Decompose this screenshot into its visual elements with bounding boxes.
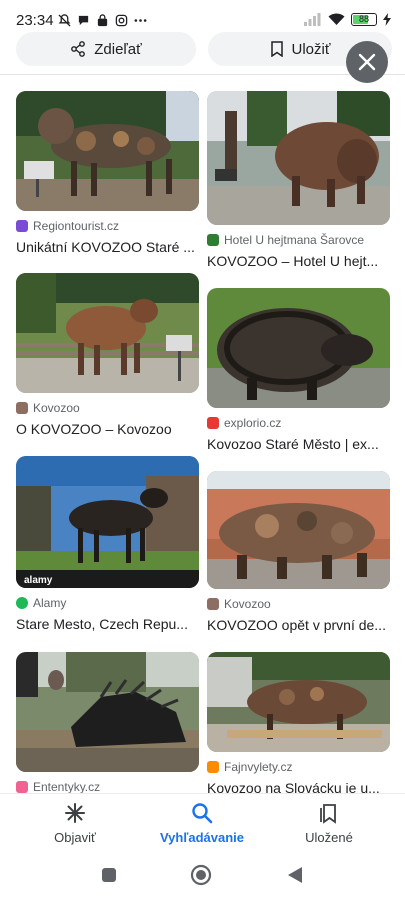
result-source: Alamy [16, 596, 199, 610]
favicon-icon [207, 761, 219, 773]
favicon-icon [207, 598, 219, 610]
result-card-1[interactable]: Regiontourist.cz Unikátní KOVOZOO Staré … [16, 91, 199, 255]
result-image-metal-calf[interactable]: alamy [16, 456, 199, 588]
result-title[interactable]: O KOVOZOO – Kovozoo [16, 421, 199, 437]
result-title[interactable]: Kovozoo Staré Město | ex... [207, 436, 390, 452]
saved-collections-icon [320, 804, 336, 824]
nav-saved[interactable]: Uložené [274, 802, 384, 845]
result-image-metal-horse[interactable] [16, 91, 199, 211]
close-button[interactable] [346, 41, 388, 83]
result-source-name: Ententyky.cz [33, 780, 101, 794]
share-label: Zdieľať [94, 40, 142, 58]
nav-saved-label: Uložené [305, 830, 353, 845]
favicon-icon [16, 402, 28, 414]
result-card-6[interactable]: Kovozoo KOVOZOO opět v první de... [207, 471, 390, 633]
result-image-metal-porcupine[interactable] [16, 652, 199, 772]
result-source: explorio.cz [207, 416, 390, 430]
nav-explore[interactable]: Objaviť [20, 802, 130, 845]
result-source: Kovozoo [16, 401, 199, 415]
result-title[interactable]: KOVOZOO opět v první de... [207, 617, 390, 633]
result-source: Regiontourist.cz [16, 219, 199, 233]
favicon-icon [16, 597, 28, 609]
image-actions-row: Zdieľať Uložiť [0, 24, 405, 72]
result-image-metal-cow[interactable] [16, 273, 199, 393]
share-button[interactable]: Zdieľať [16, 32, 196, 66]
divider [0, 74, 405, 75]
result-title[interactable]: KOVOZOO – Hotel U hejt... [207, 253, 390, 269]
favicon-icon [207, 417, 219, 429]
result-source-name: Regiontourist.cz [33, 219, 120, 233]
result-source-name: explorio.cz [224, 416, 282, 430]
system-navigation-bar [0, 851, 405, 900]
share-icon [71, 41, 86, 57]
result-source-name: Fajnvylety.cz [224, 760, 293, 774]
bookmark-icon [270, 41, 283, 57]
result-image-metal-rhino[interactable] [207, 471, 390, 589]
circle-home-icon [190, 864, 212, 886]
nav-explore-label: Objaviť [54, 830, 96, 845]
alamy-watermark: alamy [24, 575, 53, 586]
favicon-icon [207, 234, 219, 246]
result-card-5[interactable]: alamy Alamy Stare Mesto, Czech Repu... [16, 456, 199, 632]
result-source: Ententyky.cz [16, 780, 199, 794]
result-image-metal-bison[interactable] [207, 91, 390, 225]
back-triangle-icon [288, 867, 302, 883]
result-card-4[interactable]: explorio.cz Kovozoo Staré Město | ex... [207, 288, 390, 452]
result-card-3[interactable]: Kovozoo O KOVOZOO – Kovozoo [16, 273, 199, 437]
square-icon [102, 868, 116, 882]
result-card-7[interactable]: Ententyky.cz [16, 652, 199, 794]
result-source: Kovozoo [207, 597, 390, 611]
result-title[interactable]: Unikátní KOVOZOO Staré ... [16, 239, 199, 255]
asterisk-icon [65, 803, 85, 823]
back-button[interactable] [284, 864, 306, 886]
favicon-icon [16, 220, 28, 232]
result-source-name: Alamy [33, 596, 67, 610]
favicon-icon [16, 781, 28, 793]
result-image-metal-hippo[interactable] [207, 288, 390, 408]
recents-button[interactable] [98, 864, 120, 886]
save-label: Uložiť [291, 40, 331, 58]
battery-level: 88 [358, 14, 369, 24]
result-card-2[interactable]: Hotel U hejtmana Šarovce KOVOZOO – Hotel… [207, 91, 390, 269]
bottom-navigation: Objaviť Vyhľadávanie Uložené [0, 793, 405, 851]
nav-search-label: Vyhľadávanie [159, 830, 244, 845]
nav-search[interactable]: Vyhľadávanie [147, 802, 257, 845]
close-icon [358, 53, 376, 71]
home-button[interactable] [190, 864, 212, 886]
result-source-name: Hotel U hejtmana Šarovce [224, 233, 365, 247]
result-source-name: Kovozoo [224, 597, 271, 611]
result-image-metal-boar[interactable] [207, 652, 390, 752]
result-source: Hotel U hejtmana Šarovce [207, 233, 390, 247]
search-icon [192, 803, 213, 824]
result-source: Fajnvylety.cz [207, 760, 390, 774]
result-source-name: Kovozoo [33, 401, 80, 415]
result-title[interactable]: Stare Mesto, Czech Repu... [16, 616, 199, 632]
result-card-8[interactable]: Fajnvylety.cz Kovozoo na Slovácku je u..… [207, 652, 390, 796]
